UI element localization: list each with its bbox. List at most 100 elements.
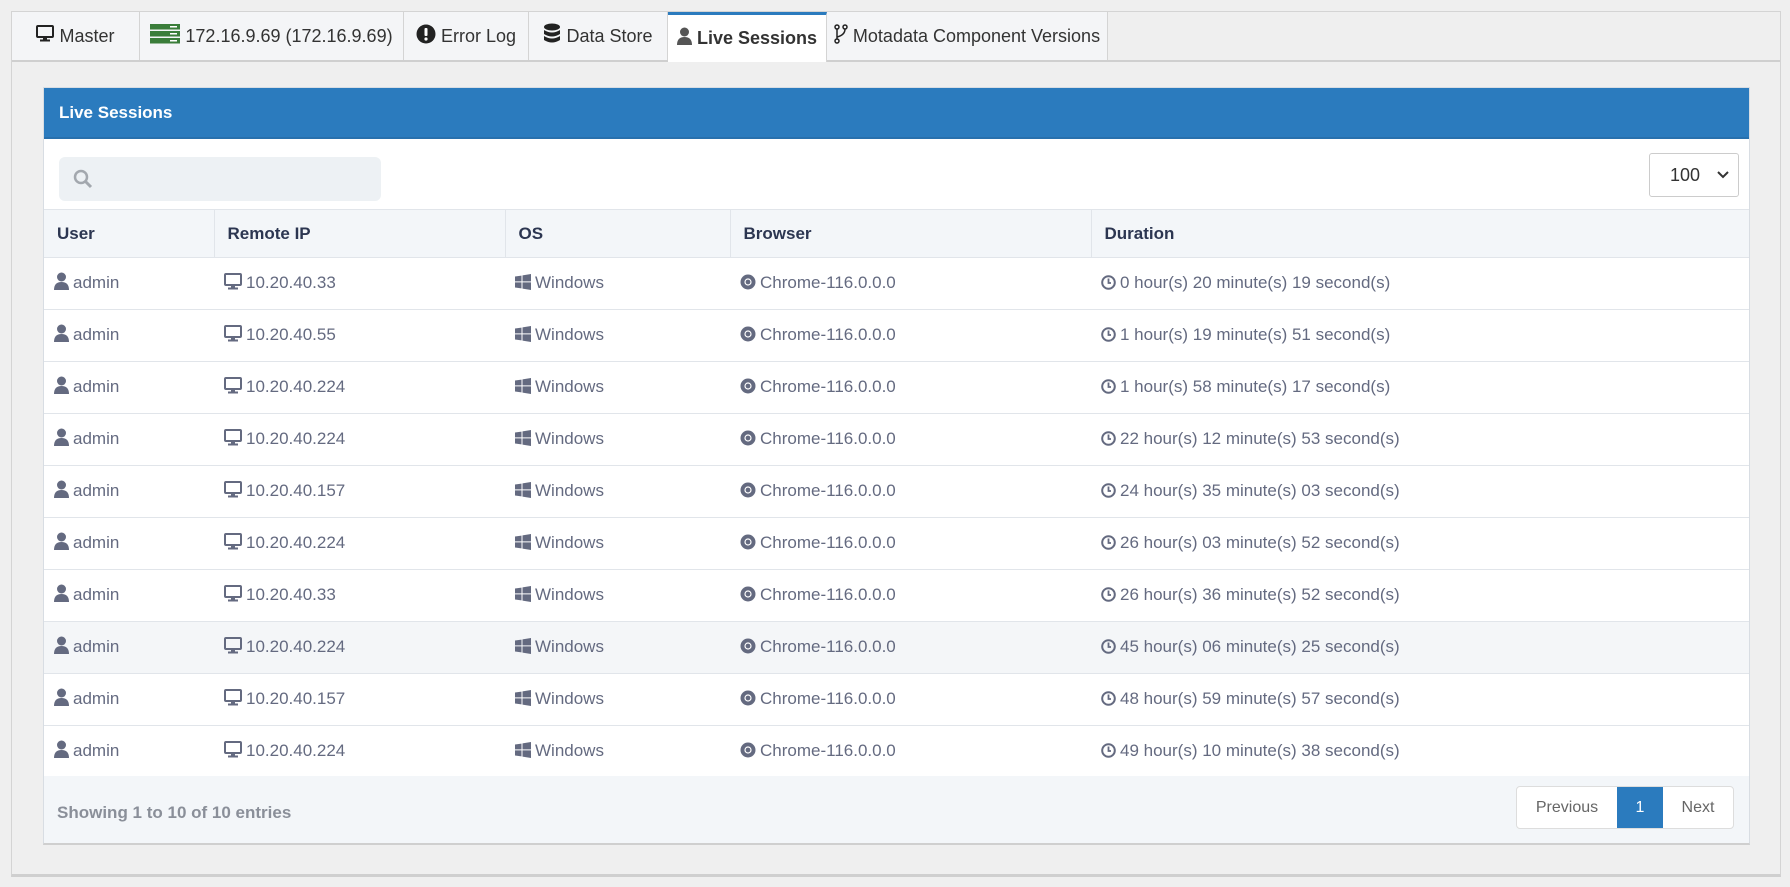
cell-value: 10.20.40.33 bbox=[246, 584, 336, 604]
table-cell: admin bbox=[44, 569, 214, 622]
table-row: admin 10.20.40.224 Windows Chrome-116.0.0.0… bbox=[44, 413, 1749, 466]
windows-icon bbox=[515, 533, 531, 555]
table-row: admin 10.20.40.224 Windows Chrome-116.0.0.0… bbox=[44, 725, 1749, 778]
server-icon bbox=[150, 23, 181, 49]
cell-value: 1 hour(s) 58 minute(s) 17 second(s) bbox=[1120, 376, 1391, 396]
cell-value: Chrome-116.0.0.0 bbox=[760, 428, 896, 448]
table-cell: admin bbox=[44, 413, 214, 466]
desktop-icon bbox=[224, 480, 242, 503]
cell-value: 1 hour(s) 19 minute(s) 51 second(s) bbox=[1120, 324, 1391, 344]
desktop-icon bbox=[224, 584, 242, 607]
column-header[interactable]: Remote IP bbox=[214, 209, 506, 258]
windows-icon bbox=[515, 377, 531, 399]
table-cell: 10.20.40.224 bbox=[214, 725, 505, 778]
table-cell: Chrome-116.0.0.0 bbox=[730, 569, 1091, 622]
cell-value: 10.20.40.157 bbox=[246, 480, 346, 500]
tab-data-store[interactable]: Data Store bbox=[529, 12, 668, 60]
exclamation-circle-icon bbox=[416, 24, 436, 49]
cell-value: 26 hour(s) 03 minute(s) 52 second(s) bbox=[1120, 532, 1400, 552]
clock-icon bbox=[1101, 534, 1116, 555]
table-cell: Windows bbox=[505, 725, 730, 778]
code-branch-icon bbox=[834, 23, 848, 49]
table-row: admin 10.20.40.224 Windows Chrome-116.0.0.0… bbox=[44, 361, 1749, 414]
windows-icon bbox=[515, 429, 531, 451]
tab-label: Master bbox=[59, 25, 115, 46]
table-cell: Windows bbox=[505, 517, 730, 570]
page-container: Master 172.16.9.69 (172.16.9.69) Error Log… bbox=[11, 11, 1781, 877]
previous-button[interactable]: Previous bbox=[1517, 787, 1617, 828]
cell-value: admin bbox=[73, 637, 120, 656]
cell-value: Chrome-116.0.0.0 bbox=[760, 532, 896, 552]
clock-icon bbox=[1101, 274, 1116, 295]
chrome-icon bbox=[740, 378, 756, 399]
cell-value: 10.20.40.224 bbox=[246, 636, 346, 656]
table-cell: admin bbox=[44, 621, 214, 674]
clock-icon bbox=[1101, 690, 1116, 711]
cell-value: admin bbox=[73, 741, 120, 760]
cell-value: 48 hour(s) 59 minute(s) 57 second(s) bbox=[1120, 688, 1400, 708]
table-cell: Chrome-116.0.0.0 bbox=[730, 257, 1091, 310]
tab-live-sessions[interactable]: Live Sessions bbox=[668, 12, 827, 62]
cell-value: admin bbox=[73, 585, 120, 604]
table-cell: admin bbox=[44, 517, 214, 570]
table-cell: admin bbox=[44, 257, 214, 310]
chrome-icon bbox=[740, 638, 756, 659]
table-cell: 1 hour(s) 19 minute(s) 51 second(s) bbox=[1091, 309, 1749, 362]
table-cell: admin bbox=[44, 309, 214, 362]
chrome-icon bbox=[740, 586, 756, 607]
cell-value: admin bbox=[73, 273, 120, 292]
chrome-icon bbox=[740, 482, 756, 503]
windows-icon bbox=[515, 637, 531, 659]
table-cell: 26 hour(s) 36 minute(s) 52 second(s) bbox=[1091, 569, 1749, 622]
next-button[interactable]: Next bbox=[1663, 787, 1733, 828]
table-cell: Windows bbox=[505, 413, 730, 466]
clock-icon bbox=[1101, 326, 1116, 347]
desktop-icon bbox=[224, 324, 242, 347]
windows-icon bbox=[515, 481, 531, 503]
user-icon bbox=[54, 376, 69, 399]
table-row: admin 10.20.40.33 Windows Chrome-116.0.0.0 0… bbox=[44, 257, 1749, 310]
desktop-icon bbox=[224, 428, 242, 451]
table-cell: Windows bbox=[505, 673, 730, 726]
tab-error-log[interactable]: Error Log bbox=[404, 12, 529, 60]
cell-value: admin bbox=[73, 325, 120, 344]
table-row: admin 10.20.40.224 Windows Chrome-116.0.0.0… bbox=[44, 517, 1749, 570]
table-cell: Windows bbox=[505, 361, 730, 414]
column-header[interactable]: Duration bbox=[1091, 209, 1749, 258]
table-cell: 10.20.40.33 bbox=[214, 257, 505, 310]
column-header[interactable]: OS bbox=[505, 209, 731, 258]
table-footer: Showing 1 to 10 of 10 entries Previous 1… bbox=[44, 776, 1749, 843]
tab-master[interactable]: Master bbox=[12, 12, 140, 60]
entries-info: Showing 1 to 10 of 10 entries bbox=[57, 803, 292, 822]
table-cell: 45 hour(s) 06 minute(s) 25 second(s) bbox=[1091, 621, 1749, 674]
table-cell: Windows bbox=[505, 569, 730, 622]
chrome-icon bbox=[740, 274, 756, 295]
user-icon bbox=[54, 272, 69, 295]
tab-label: Error Log bbox=[440, 25, 517, 46]
tab-motadata-component-versions[interactable]: Motadata Component Versions bbox=[827, 12, 1108, 60]
user-icon bbox=[54, 636, 69, 659]
page-size-select[interactable]: 100 bbox=[1649, 153, 1739, 197]
tab-172-16-9-69-172-16-9-69[interactable]: 172.16.9.69 (172.16.9.69) bbox=[140, 12, 404, 60]
desktop-icon bbox=[224, 376, 242, 399]
search-input[interactable] bbox=[59, 157, 381, 201]
column-header[interactable]: User bbox=[44, 209, 215, 258]
table-row: admin 10.20.40.157 Windows Chrome-116.0.0.0… bbox=[44, 673, 1749, 726]
table-cell: admin bbox=[44, 361, 214, 414]
table-cell: admin bbox=[44, 465, 214, 518]
column-header[interactable]: Browser bbox=[730, 209, 1092, 258]
cell-value: Chrome-116.0.0.0 bbox=[760, 272, 896, 292]
table-cell: 10.20.40.33 bbox=[214, 569, 505, 622]
cell-value: Windows bbox=[535, 636, 604, 656]
chrome-icon bbox=[740, 430, 756, 451]
table-cell: 1 hour(s) 58 minute(s) 17 second(s) bbox=[1091, 361, 1749, 414]
table-row: admin 10.20.40.55 Windows Chrome-116.0.0.0 1… bbox=[44, 309, 1749, 362]
cell-value: Windows bbox=[535, 532, 604, 552]
page-1-button[interactable]: 1 bbox=[1617, 787, 1663, 828]
clock-icon bbox=[1101, 638, 1116, 659]
cell-value: Windows bbox=[535, 324, 604, 344]
user-icon bbox=[54, 324, 69, 347]
table-cell: Chrome-116.0.0.0 bbox=[730, 517, 1091, 570]
cell-value: Windows bbox=[535, 688, 604, 708]
cell-value: 49 hour(s) 10 minute(s) 38 second(s) bbox=[1120, 740, 1400, 760]
